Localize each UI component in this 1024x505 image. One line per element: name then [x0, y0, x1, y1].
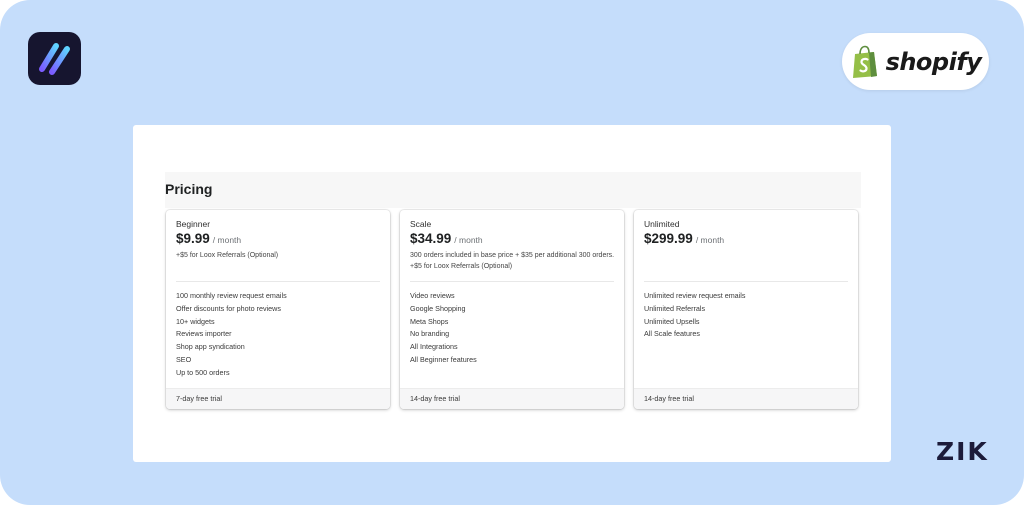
feature-item: 100 monthly review request emails	[176, 291, 287, 300]
shopify-bag-icon	[852, 45, 877, 78]
feature-list: Video reviews Google Shopping Meta Shops…	[410, 290, 477, 367]
plan-card-unlimited[interactable]: Unlimited $299.99 / month Unlimited revi…	[634, 210, 858, 409]
zik-logo: ZIK	[936, 437, 989, 466]
plan-name: Beginner	[176, 219, 211, 229]
divider	[176, 281, 380, 282]
trial-footer: 14-day free trial	[400, 388, 624, 409]
feature-item: Shop app syndication	[176, 342, 245, 352]
page-title: Pricing	[165, 181, 213, 197]
shopify-wordmark: shopify	[885, 47, 982, 76]
feature-item: No branding	[410, 329, 450, 339]
price-period: / month	[454, 235, 483, 245]
pricing-header-band	[165, 172, 861, 208]
trial-footer: 7-day free trial	[166, 388, 390, 409]
background-frame: shopify ZIK Pricing Beginner $9.99 / mon…	[0, 0, 1024, 505]
shopify-logo: shopify	[842, 33, 989, 90]
price-amount: $9.99	[176, 231, 210, 246]
feature-item: All Beginner features	[410, 354, 477, 364]
feature-item: Unlimited review request emails	[644, 291, 746, 300]
plan-card-scale[interactable]: Scale $34.99 / month 300 orders included…	[400, 210, 624, 409]
feature-item: Meta Shops	[410, 316, 449, 326]
app-logo-icon	[28, 32, 81, 85]
feature-item: SEO	[176, 354, 192, 364]
feature-item: All Scale features	[644, 329, 700, 339]
price-amount: $299.99	[644, 231, 693, 246]
plan-price: $9.99 / month	[176, 231, 241, 246]
trial-footer: 14-day free trial	[634, 388, 858, 409]
feature-item: Up to 500 orders	[176, 367, 230, 377]
feature-item: Reviews importer	[176, 329, 232, 339]
plan-price: $299.99 / month	[644, 231, 724, 246]
feature-item: Offer discounts for photo reviews	[176, 303, 281, 313]
pricing-panel: Pricing Beginner $9.99 / month +$5 for L…	[133, 125, 891, 462]
divider	[410, 281, 614, 282]
price-amount: $34.99	[410, 231, 452, 246]
plan-name: Scale	[410, 219, 432, 229]
feature-item: All Integrations	[410, 342, 458, 352]
plan-note: +$5 for Loox Referrals (Optional)	[176, 252, 279, 259]
feature-item: 10+ widgets	[176, 316, 215, 326]
plan-name: Unlimited	[644, 219, 680, 229]
plan-card-beginner[interactable]: Beginner $9.99 / month +$5 for Loox Refe…	[166, 210, 390, 409]
feature-item: Google Shopping	[410, 303, 466, 313]
feature-list: 100 monthly review request emails Offer …	[176, 290, 287, 380]
feature-item: Unlimited Referrals	[644, 303, 706, 313]
plan-price: $34.99 / month	[410, 231, 483, 246]
feature-item: Unlimited Upsells	[644, 316, 700, 326]
feature-list: Unlimited review request emails Unlimite…	[644, 290, 745, 341]
divider	[644, 281, 848, 282]
price-period: / month	[212, 235, 242, 245]
price-period: / month	[695, 235, 725, 245]
feature-item: Video reviews	[410, 291, 455, 300]
plan-note: 300 orders included in base price + $35 …	[410, 252, 615, 270]
